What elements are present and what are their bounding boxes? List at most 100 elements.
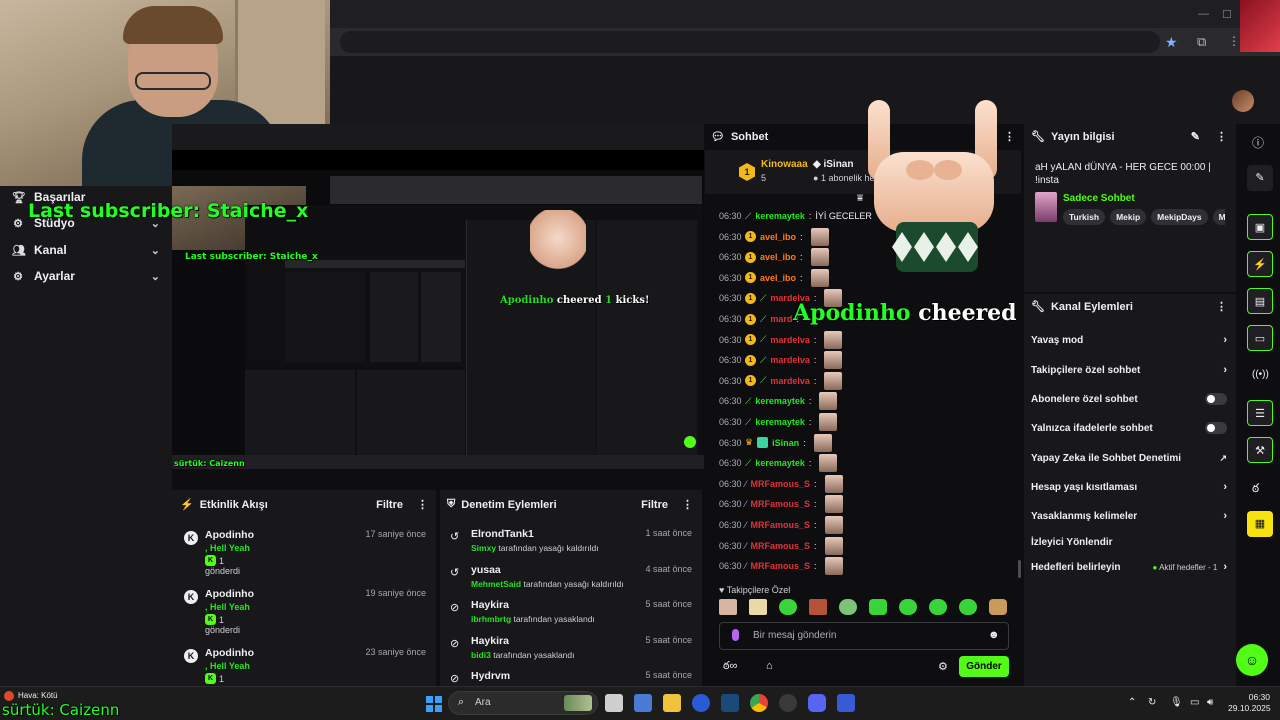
moderated-user[interactable]: Hydrvm (471, 670, 510, 682)
message-user[interactable]: keremaytek (755, 396, 805, 406)
discord-icon[interactable] (808, 694, 826, 712)
weather-text[interactable]: Hava: Kötü (18, 691, 58, 700)
chat-tool-icon[interactable]: ▭ (1247, 325, 1273, 351)
store-icon[interactable]: ⌂ (766, 660, 773, 672)
moderator-name[interactable]: bidi3 (471, 650, 491, 660)
user-avatar[interactable] (1232, 90, 1254, 112)
microphone-tray-icon[interactable]: 🎙︎ (1170, 697, 1183, 708)
pinned-user-2[interactable]: ◆ iSinan (813, 159, 853, 170)
edit-pencil-icon[interactable]: ✎ (1191, 130, 1200, 143)
channel-action-row[interactable]: Hedefleri belirleyin ● Aktif hedefler - 1… (1031, 557, 1227, 577)
emoji-icon[interactable]: ☻ (988, 629, 1000, 641)
emote-7[interactable] (899, 599, 917, 615)
sync-icon[interactable]: ↻ (1148, 697, 1156, 708)
taskbar-search[interactable]: ⌕ Ara (448, 691, 598, 715)
toggle-switch[interactable] (1205, 422, 1227, 434)
message-user[interactable]: MRFamous_S (751, 520, 811, 530)
moderation-filter-button[interactable]: Filtre (641, 499, 668, 511)
steam-icon[interactable] (721, 694, 739, 712)
emote-8[interactable] (929, 599, 947, 615)
support-chat-button[interactable]: ☺ (1236, 644, 1268, 676)
message-user[interactable]: avel_ibo (760, 252, 796, 262)
community-rail-icon[interactable]: ఠ (1252, 481, 1259, 498)
channel-action-row[interactable]: Yavaş mod › (1031, 330, 1227, 350)
channel-action-row[interactable]: Hesap yaşı kısıtlaması › (1031, 477, 1227, 497)
windows-start-icon[interactable] (426, 696, 442, 712)
message-user[interactable]: mard (770, 314, 792, 324)
message-user[interactable]: keremaytek (755, 458, 805, 468)
message-user[interactable]: iSinan (772, 438, 799, 448)
bookmark-star-icon[interactable]: ★ (1165, 34, 1181, 50)
network-icon[interactable]: ▭ (1190, 697, 1199, 708)
more-options-icon[interactable]: ⋮ (1216, 300, 1227, 313)
tools-icon[interactable]: ⚒ (1247, 437, 1273, 463)
channel-action-row[interactable]: Abonelere özel sohbet (1031, 389, 1227, 409)
emote-2[interactable] (749, 599, 767, 615)
sidebar-item-settings[interactable]: ⚙ Ayarlar ⌄ (12, 269, 160, 283)
clapper-icon[interactable]: ▦ (1247, 511, 1273, 537)
chrome-icon[interactable] (750, 694, 768, 712)
stream-category[interactable]: Sadece Sohbet (1063, 193, 1135, 204)
microphone-icon[interactable] (732, 629, 739, 641)
message-user[interactable]: avel_ibo (760, 273, 796, 283)
moderated-user[interactable]: Haykira (471, 635, 509, 647)
message-user[interactable]: keremaytek (755, 211, 805, 221)
broadcast-icon[interactable]: ((•)) (1252, 369, 1269, 380)
tag-chip[interactable]: Turkish (1063, 209, 1106, 225)
pinned-user[interactable]: Kinowaaa (761, 159, 808, 170)
message-user[interactable]: avel_ibo (760, 232, 796, 242)
channel-action-row[interactable]: Yalnızca ifadelerle sohbet (1031, 418, 1227, 438)
sidebar-item-channel[interactable]: 👥︎ Kanal ⌄ (12, 243, 160, 257)
toggle-switch[interactable] (1205, 393, 1227, 405)
app-icon[interactable] (692, 694, 710, 712)
channel-action-row[interactable]: İzleyici Yönlendir (1031, 532, 1227, 552)
more-options-icon[interactable]: ⋮ (682, 498, 693, 511)
chat-settings-icon[interactable]: ⚙ (938, 660, 948, 673)
activity-user[interactable]: Apodinho (205, 529, 254, 541)
moderator-name[interactable]: Simxy (471, 543, 496, 553)
emote-3[interactable] (779, 599, 797, 615)
file-explorer-icon[interactable] (663, 694, 681, 712)
emote-5[interactable] (839, 599, 857, 615)
send-button[interactable]: Gönder (959, 656, 1009, 677)
maximize-icon[interactable]: ☐ (1222, 8, 1232, 21)
activity-filter-button[interactable]: Filtre (376, 499, 403, 511)
tag-chip[interactable]: Mekip (1110, 209, 1147, 225)
message-user[interactable]: MRFamous_S (751, 561, 811, 571)
moderated-user[interactable]: ElrondTank1 (471, 528, 534, 540)
volume-icon[interactable]: 🔊︎ (1207, 697, 1213, 708)
emote-6[interactable] (869, 599, 887, 615)
menu-dots-icon[interactable]: ⋮ (1228, 34, 1240, 48)
moderated-user[interactable]: Haykira (471, 599, 509, 611)
emote-4[interactable] (809, 599, 827, 615)
chat-scrollbar[interactable] (1018, 560, 1021, 578)
lightning-tool-icon[interactable]: ⚡ (1247, 251, 1273, 277)
emote-1[interactable] (719, 599, 737, 615)
screenshot-icon[interactable]: ▣ (1247, 214, 1273, 240)
chat-input[interactable]: Bir mesaj gönderin ☻ (719, 622, 1009, 650)
more-options-icon[interactable]: ⋮ (1216, 130, 1227, 143)
activity-user[interactable]: Apodinho (205, 647, 254, 659)
edit-icon[interactable]: ✎ (1247, 165, 1273, 191)
channel-action-row[interactable]: Yasaklanmış kelimeler › (1031, 506, 1227, 526)
message-user[interactable]: keremaytek (755, 417, 805, 427)
minimize-icon[interactable]: — (1198, 8, 1209, 20)
tray-chevron-icon[interactable]: ⌃ (1128, 697, 1136, 708)
tag-chip[interactable]: Mü (1212, 209, 1225, 225)
address-bar[interactable] (340, 31, 1160, 53)
message-user[interactable]: mardelva (770, 335, 810, 345)
taskbar-clock[interactable]: 06:30 29.10.2025 (1228, 692, 1271, 714)
more-options-icon[interactable]: ⋮ (417, 498, 428, 511)
layout-icon[interactable]: ☰ (1247, 400, 1273, 426)
emote-9[interactable] (959, 599, 977, 615)
moderator-name[interactable]: MehmetSaid (471, 579, 521, 589)
moderated-user[interactable]: yusaa (471, 564, 501, 576)
app2-icon[interactable] (837, 694, 855, 712)
document-icon[interactable]: ▤ (1247, 288, 1273, 314)
message-user[interactable]: mardelva (770, 376, 810, 386)
activity-user[interactable]: Apodinho (205, 588, 254, 600)
channel-action-row[interactable]: Yapay Zeka ile Sohbet Denetimi ↗ (1031, 448, 1227, 468)
message-user[interactable]: MRFamous_S (751, 499, 811, 509)
channel-action-row[interactable]: Takipçilere özel sohbet › (1031, 360, 1227, 380)
emote-10[interactable] (989, 599, 1007, 615)
